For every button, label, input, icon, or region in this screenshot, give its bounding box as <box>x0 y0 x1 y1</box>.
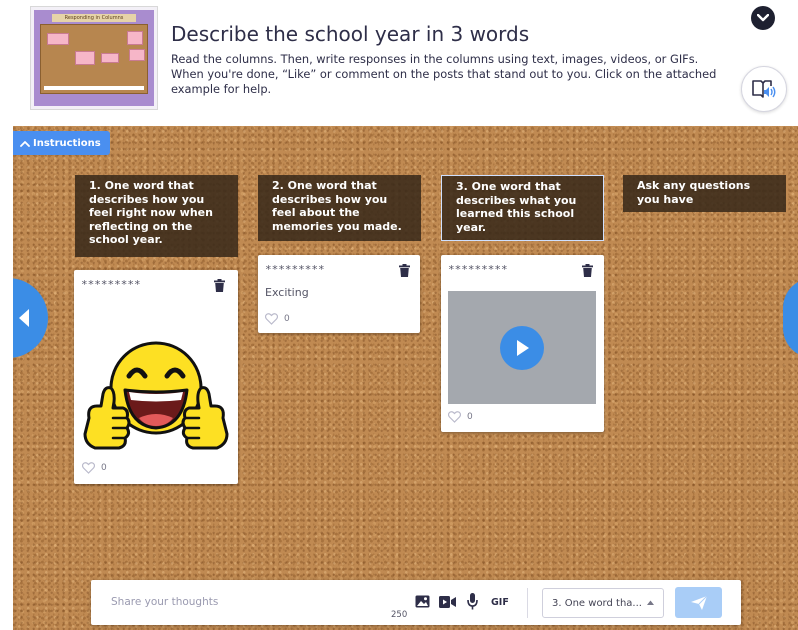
like-count: 0 <box>467 412 473 422</box>
heart-icon <box>448 411 461 423</box>
character-count: 250 <box>391 610 408 620</box>
toolbar-divider <box>527 588 528 618</box>
thumbnail-image: Responding in Columns <box>34 10 154 106</box>
gif-button[interactable]: GIF <box>491 597 509 608</box>
like-button[interactable]: 0 <box>448 411 473 423</box>
video-thumbnail[interactable] <box>448 291 596 404</box>
thumbnail-title: Responding in Columns <box>52 14 136 22</box>
thumbnail-note <box>47 33 69 45</box>
instructions-label: Instructions <box>33 137 101 149</box>
post-composer: Share your thoughts 250 GIF 3. One word … <box>91 580 741 625</box>
caret-up-icon <box>647 600 654 605</box>
like-count: 0 <box>284 314 290 324</box>
trash-icon[interactable] <box>399 264 410 277</box>
scroll-left-button[interactable] <box>13 278 48 358</box>
cork-board: Instructions 1. One word that describes … <box>13 126 798 630</box>
thumbnail-note <box>129 49 145 61</box>
arrow-left-icon <box>19 309 29 327</box>
post-author: ********* <box>448 263 508 276</box>
heart-icon <box>265 313 278 325</box>
post-card[interactable]: ********* Exciting 0 <box>258 255 420 333</box>
column-header-4: Ask any questions you have <box>623 175 786 212</box>
book-speaker-icon <box>752 80 776 98</box>
post-author: ********* <box>265 263 325 276</box>
play-icon <box>517 340 529 356</box>
image-icon[interactable] <box>415 595 430 608</box>
read-aloud-button[interactable] <box>741 66 787 112</box>
thumbnail-note <box>101 53 119 63</box>
trash-icon[interactable] <box>214 279 225 292</box>
thumbnail-note <box>75 51 95 65</box>
instructions-toggle[interactable]: Instructions <box>13 131 110 155</box>
chevron-down-icon <box>757 14 769 22</box>
column-header-3: 3. One word that describes what you lear… <box>441 175 604 241</box>
example-thumbnail[interactable]: Responding in Columns <box>30 6 158 110</box>
chevron-up-icon <box>20 140 30 147</box>
heart-icon <box>82 462 95 474</box>
play-button[interactable] <box>500 326 544 370</box>
post-author: ********* <box>81 278 141 291</box>
share-thoughts-input[interactable]: Share your thoughts <box>111 596 218 608</box>
column-header-1: 1. One word that describes how you feel … <box>75 175 238 257</box>
page-title: Describe the school year in 3 words <box>171 22 530 46</box>
like-button[interactable]: 0 <box>265 313 290 325</box>
thumbnail-board <box>40 24 148 94</box>
paper-plane-icon <box>690 595 707 610</box>
activity-header: Responding in Columns Describe the schoo… <box>0 0 798 126</box>
activity-description: Read the columns. Then, write responses … <box>171 52 717 96</box>
thumbnail-note <box>127 31 143 45</box>
scroll-right-button[interactable] <box>783 278 798 358</box>
post-card[interactable]: ********* 0 <box>441 255 604 432</box>
send-button[interactable] <box>675 587 722 618</box>
column-select[interactable]: 3. One word tha... <box>542 588 664 618</box>
like-count: 0 <box>101 463 107 473</box>
post-card[interactable]: ********* 0 <box>74 270 238 484</box>
thumbnail-composer-bar <box>44 86 144 90</box>
microphone-icon[interactable] <box>467 593 478 610</box>
video-icon[interactable] <box>439 596 456 608</box>
like-button[interactable]: 0 <box>82 462 107 474</box>
trash-icon[interactable] <box>582 264 593 277</box>
collapse-header-button[interactable] <box>751 6 775 30</box>
post-text: Exciting <box>265 286 309 299</box>
column-select-value: 3. One word tha... <box>552 597 642 609</box>
column-header-2: 2. One word that describes how you feel … <box>258 175 421 241</box>
smiling-thumbs-up-emoji <box>83 341 229 450</box>
